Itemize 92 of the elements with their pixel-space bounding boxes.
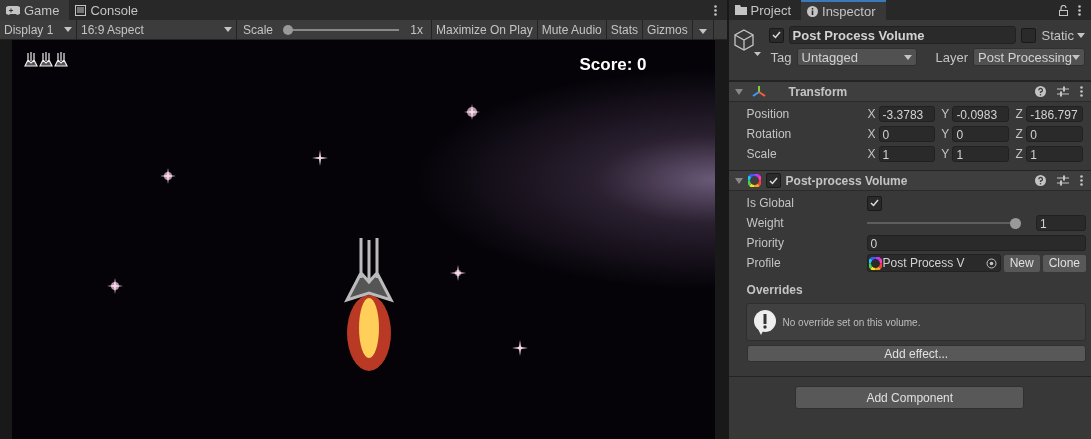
number-field[interactable]: -3.3783 bbox=[878, 106, 936, 122]
star-sparkle-icon bbox=[464, 104, 480, 120]
property-label: Weight bbox=[746, 216, 785, 230]
number-field[interactable]: 1 bbox=[878, 146, 936, 162]
axis-label: X bbox=[866, 147, 877, 161]
panel-tab[interactable]: Inspector bbox=[801, 0, 886, 20]
axis-label: X bbox=[866, 127, 877, 141]
panel-tab[interactable]: Project bbox=[728, 0, 802, 20]
static-checkbox[interactable] bbox=[1021, 27, 1037, 43]
scale-slider-thumb[interactable] bbox=[283, 24, 294, 35]
more-options-icon bbox=[1078, 4, 1081, 16]
number-field[interactable]: -0.0983 bbox=[952, 106, 1010, 122]
spaceship-icon bbox=[39, 52, 53, 67]
profile-button[interactable]: New bbox=[1003, 254, 1040, 272]
caret-icon bbox=[903, 54, 912, 60]
number-field[interactable]: 1 bbox=[1036, 215, 1086, 231]
checkmark-icon bbox=[768, 176, 778, 185]
target-picker-icon bbox=[985, 257, 997, 269]
number-field[interactable]: -186.797 bbox=[1026, 106, 1083, 122]
help-message: No override set on this volume. bbox=[782, 316, 921, 328]
profile-button[interactable]: Clone bbox=[1042, 254, 1086, 272]
foldout-icon[interactable] bbox=[734, 176, 743, 185]
folder-icon bbox=[734, 5, 747, 15]
property-label: Rotation bbox=[746, 127, 793, 141]
number-field[interactable]: 0 bbox=[952, 126, 1010, 142]
property-label: Scale bbox=[746, 147, 778, 161]
overrides-label: Overrides bbox=[746, 283, 804, 299]
add-effect-button[interactable]: Add effect... bbox=[746, 345, 1086, 362]
tag-dropdown[interactable]: Untagged bbox=[796, 48, 917, 66]
axis-label: X bbox=[866, 107, 877, 121]
property-label: Priority bbox=[746, 236, 785, 250]
foldout-icon[interactable] bbox=[734, 87, 743, 96]
axis-label: Z bbox=[1014, 107, 1024, 121]
object-field-value: Post Process V bbox=[882, 255, 966, 271]
property-label: Position bbox=[746, 107, 791, 121]
component-title: Post-process Volume bbox=[785, 173, 908, 188]
info-icon bbox=[807, 5, 819, 17]
caret-icon bbox=[1077, 32, 1085, 38]
number-field[interactable]: 1 bbox=[1026, 146, 1083, 162]
number-field[interactable]: 1 bbox=[952, 146, 1010, 162]
axis-label: Z bbox=[1014, 127, 1024, 141]
slider-thumb[interactable] bbox=[1010, 217, 1021, 229]
property-label: Is Global bbox=[746, 196, 795, 210]
lock-icon bbox=[1059, 4, 1068, 16]
add-component-button[interactable]: Add Component bbox=[795, 386, 1025, 409]
axis-label: Y bbox=[940, 127, 951, 141]
spaceship-icon bbox=[54, 52, 68, 67]
color-wheel-icon bbox=[747, 174, 761, 187]
score-text: Score: 0 bbox=[579, 55, 647, 75]
number-field[interactable]: 0 bbox=[866, 235, 1086, 251]
static-dropdown[interactable]: Static bbox=[1041, 27, 1085, 43]
help-icon bbox=[1035, 175, 1046, 186]
checkmark-icon bbox=[869, 199, 879, 207]
spaceship-icon bbox=[24, 52, 38, 67]
more-options-icon bbox=[1080, 86, 1083, 97]
caret-icon bbox=[224, 27, 232, 32]
caret-icon bbox=[64, 27, 72, 32]
more-options-icon bbox=[713, 4, 717, 16]
property-label: Profile bbox=[746, 256, 782, 270]
number-field[interactable]: 0 bbox=[1026, 126, 1083, 142]
scale-value: 1x bbox=[410, 22, 423, 37]
layer-label: Layer bbox=[934, 49, 969, 65]
checkmark-icon bbox=[771, 31, 781, 39]
sliders-icon bbox=[1057, 86, 1069, 97]
warning-speech-bubble-icon bbox=[751, 309, 778, 335]
axis-label: Y bbox=[940, 147, 951, 161]
console-icon bbox=[75, 4, 87, 16]
caret-icon bbox=[698, 28, 707, 34]
active-checkbox[interactable] bbox=[768, 27, 784, 43]
component-enabled-checkbox[interactable] bbox=[765, 173, 781, 188]
color-wheel-icon bbox=[868, 256, 882, 270]
axis-label: Y bbox=[940, 107, 951, 121]
panel-tab[interactable]: Game bbox=[0, 0, 70, 20]
object-name-field[interactable]: Post Process Volume bbox=[788, 26, 1017, 44]
panel-tab[interactable]: Console bbox=[69, 0, 149, 20]
object-field[interactable]: Post Process V bbox=[866, 254, 1001, 272]
more-options-icon bbox=[1080, 175, 1083, 186]
component-header[interactable]: Transform bbox=[728, 81, 1091, 102]
component-title: Transform bbox=[788, 84, 848, 99]
caret-icon bbox=[1072, 54, 1080, 60]
tag-label: Tag bbox=[769, 49, 792, 65]
gamepad-icon bbox=[6, 5, 20, 15]
sliders-icon bbox=[1057, 175, 1069, 186]
checkbox[interactable] bbox=[866, 195, 882, 211]
number-field[interactable]: 0 bbox=[878, 126, 936, 142]
layer-dropdown[interactable]: Post Processing bbox=[973, 48, 1085, 66]
help-icon bbox=[1035, 86, 1046, 97]
component-header[interactable]: Post-process Volume bbox=[728, 170, 1091, 191]
axis-gizmo-icon bbox=[751, 85, 766, 98]
axis-label: Z bbox=[1014, 147, 1024, 161]
scale-label: Scale bbox=[243, 22, 274, 37]
cube-icon bbox=[732, 28, 761, 58]
